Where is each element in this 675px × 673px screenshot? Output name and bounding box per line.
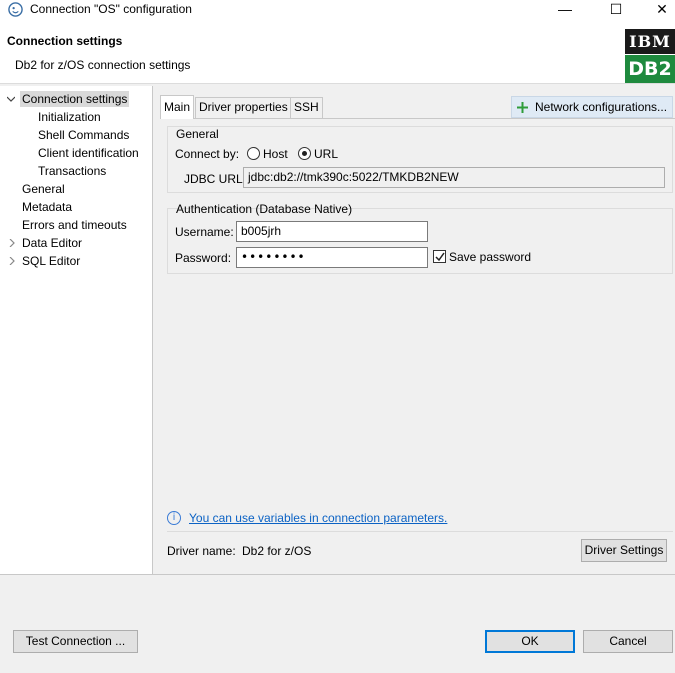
connect-by-label: Connect by:	[175, 147, 240, 161]
settings-tree: Connection settings Initialization Shell…	[0, 86, 153, 574]
url-radio[interactable]	[298, 147, 311, 160]
tree-item-initialization[interactable]: Initialization	[38, 109, 101, 125]
cancel-button[interactable]: Cancel	[583, 630, 673, 653]
username-input[interactable]: b005jrh	[236, 221, 428, 242]
tab-main[interactable]: Main	[160, 95, 195, 119]
close-button[interactable]: ✕	[640, 0, 675, 20]
title-bar: Connection "OS" configuration — ☐ ✕	[0, 0, 675, 20]
driver-name-label: Driver name:	[167, 544, 236, 558]
variables-help-link[interactable]: You can use variables in connection para…	[189, 511, 447, 525]
save-password-label[interactable]: Save password	[449, 250, 531, 264]
authentication-group-title: Authentication (Database Native)	[176, 202, 353, 216]
radio-selected-dot	[302, 151, 307, 156]
chevron-right-icon[interactable]	[8, 239, 16, 247]
divider	[167, 531, 673, 532]
tree-item-data-editor[interactable]: Data Editor	[22, 235, 82, 251]
page-title: Connection settings	[7, 34, 123, 48]
ibm-db2-logo: IBM DB2	[625, 29, 675, 83]
tree-item-general[interactable]: General	[22, 181, 65, 197]
network-configurations-button[interactable]: Network configurations...	[511, 96, 673, 118]
tab-ssh[interactable]: SSH	[290, 97, 323, 118]
jdbc-url-field[interactable]: jdbc:db2://tmk390c:5022/TMKDB2NEW	[243, 167, 665, 188]
footer-divider	[0, 574, 675, 575]
password-label: Password:	[175, 251, 232, 265]
dbeaver-app-icon	[8, 2, 23, 17]
save-password-checkbox[interactable]	[433, 250, 446, 263]
chevron-down-icon[interactable]	[7, 95, 15, 103]
window-title: Connection "OS" configuration	[30, 2, 192, 16]
host-radio[interactable]	[247, 147, 260, 160]
minimize-button[interactable]: —	[543, 0, 587, 20]
host-radio-label[interactable]: Host	[263, 147, 288, 161]
network-configurations-label: Network configurations...	[535, 100, 668, 114]
tree-item-metadata[interactable]: Metadata	[22, 199, 72, 215]
tree-item-sql-editor[interactable]: SQL Editor	[22, 253, 80, 269]
password-input[interactable]: ••••••••	[236, 247, 428, 268]
logo-db2-text: DB2	[625, 55, 675, 83]
jdbc-url-label: JDBC URL:	[184, 172, 247, 186]
test-connection-button[interactable]: Test Connection ...	[13, 630, 138, 653]
tree-item-errors-and-timeouts[interactable]: Errors and timeouts	[22, 217, 127, 233]
info-icon: i	[167, 511, 181, 525]
checkmark-icon	[435, 252, 445, 262]
ok-button[interactable]: OK	[485, 630, 575, 653]
chevron-right-icon[interactable]	[8, 257, 16, 265]
logo-ibm-text: IBM	[625, 29, 675, 54]
tree-item-shell-commands[interactable]: Shell Commands	[38, 127, 129, 143]
url-radio-label[interactable]: URL	[314, 147, 338, 161]
page-subtitle: Db2 for z/OS connection settings	[15, 58, 191, 72]
tab-driver-properties[interactable]: Driver properties	[195, 97, 292, 118]
maximize-button[interactable]: ☐	[594, 0, 638, 20]
username-label: Username:	[175, 225, 234, 239]
tree-item-transactions[interactable]: Transactions	[38, 163, 106, 179]
dialog-header: Connection settings Db2 for z/OS connect…	[0, 20, 675, 84]
driver-settings-button[interactable]: Driver Settings	[581, 539, 667, 562]
plus-icon	[517, 102, 528, 113]
tree-item-connection-settings[interactable]: Connection settings	[20, 91, 130, 107]
tree-item-client-identification[interactable]: Client identification	[38, 145, 139, 161]
general-group-title: General	[176, 127, 219, 141]
driver-name-value: Db2 for z/OS	[242, 544, 312, 558]
